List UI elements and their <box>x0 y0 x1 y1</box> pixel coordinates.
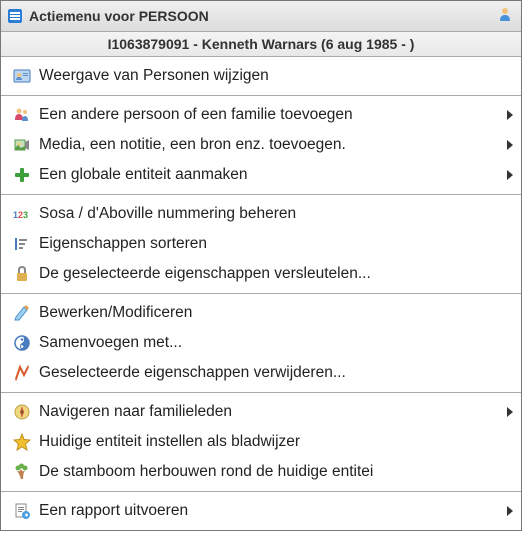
lock-icon <box>11 265 33 283</box>
menu-icon <box>7 8 23 24</box>
media-icon <box>11 136 33 154</box>
menu-item[interactable]: De stamboom herbouwen rond de huidige en… <box>1 457 521 487</box>
menu-item-label: Huidige entiteit instellen als bladwijze… <box>39 433 513 451</box>
menu-group: Bewerken/Modificeren Samenvoegen met... Ge… <box>1 294 521 393</box>
person-card-icon <box>11 67 33 85</box>
menu-item[interactable]: 123 Sosa / d'Aboville nummering beheren <box>1 199 521 229</box>
menu-item-label: Een globale entiteit aanmaken <box>39 166 503 184</box>
menu-item[interactable]: De geselecteerde eigenschappen versleute… <box>1 259 521 289</box>
submenu-arrow-icon <box>507 170 513 180</box>
menu-body: Weergave van Personen wijzigen Een andere… <box>1 57 521 530</box>
menu-group: 123 Sosa / d'Aboville nummering beheren Ei… <box>1 195 521 294</box>
plus-icon <box>11 166 33 184</box>
submenu-arrow-icon <box>507 407 513 417</box>
menu-item[interactable]: Bewerken/Modificeren <box>1 298 521 328</box>
menu-item[interactable]: Een rapport uitvoeren <box>1 496 521 526</box>
menu-header: Actiemenu voor PERSOON <box>1 1 521 32</box>
submenu-arrow-icon <box>507 110 513 120</box>
menu-item-label: Een rapport uitvoeren <box>39 502 503 520</box>
menu-item-label: De stamboom herbouwen rond de huidige en… <box>39 463 513 481</box>
menu-item[interactable]: Geselecteerde eigenschappen verwijderen.… <box>1 358 521 388</box>
menu-item[interactable]: Eigenschappen sorteren <box>1 229 521 259</box>
menu-item[interactable]: Samenvoegen met... <box>1 328 521 358</box>
menu-item[interactable]: Huidige entiteit instellen als bladwijze… <box>1 427 521 457</box>
delete-icon <box>11 364 33 382</box>
menu-item-label: De geselecteerde eigenschappen versleute… <box>39 265 513 283</box>
menu-group: Een andere persoon of een familie toevoe… <box>1 96 521 195</box>
edit-icon <box>11 304 33 322</box>
person-icon <box>497 6 513 22</box>
menu-group: Weergave van Personen wijzigen <box>1 57 521 96</box>
menu-item-label: Weergave van Personen wijzigen <box>39 67 513 85</box>
menu-subtitle: I1063879091 - Kenneth Warnars (6 aug 198… <box>1 32 521 57</box>
menu-item[interactable]: Navigeren naar familieleden <box>1 397 521 427</box>
merge-icon <box>11 334 33 352</box>
menu-item[interactable]: Media, een notitie, een bron enz. toevoe… <box>1 130 521 160</box>
action-menu-panel: Actiemenu voor PERSOON I1063879091 - Ken… <box>0 0 522 531</box>
menu-item-label: Media, een notitie, een bron enz. toevoe… <box>39 136 503 154</box>
menu-item-label: Geselecteerde eigenschappen verwijderen.… <box>39 364 513 382</box>
menu-item-label: Een andere persoon of een familie toevoe… <box>39 106 503 124</box>
sort-icon <box>11 235 33 253</box>
menu-item[interactable]: Een globale entiteit aanmaken <box>1 160 521 190</box>
submenu-arrow-icon <box>507 506 513 516</box>
menu-title: Actiemenu voor PERSOON <box>29 8 209 24</box>
menu-item[interactable]: Weergave van Personen wijzigen <box>1 61 521 91</box>
menu-group: Een rapport uitvoeren <box>1 492 521 530</box>
menu-item-label: Eigenschappen sorteren <box>39 235 513 253</box>
menu-item[interactable]: Een andere persoon of een familie toevoe… <box>1 100 521 130</box>
family-icon <box>11 106 33 124</box>
menu-item-label: Samenvoegen met... <box>39 334 513 352</box>
tree-icon <box>11 463 33 481</box>
menu-item-label: Bewerken/Modificeren <box>39 304 513 322</box>
report-icon <box>11 502 33 520</box>
numbers-icon: 123 <box>11 205 33 223</box>
compass-icon <box>11 403 33 421</box>
svg-text:3: 3 <box>23 210 28 220</box>
menu-item-label: Sosa / d'Aboville nummering beheren <box>39 205 513 223</box>
menu-group: Navigeren naar familieleden Huidige entit… <box>1 393 521 492</box>
star-icon <box>11 433 33 451</box>
submenu-arrow-icon <box>507 140 513 150</box>
menu-item-label: Navigeren naar familieleden <box>39 403 503 421</box>
